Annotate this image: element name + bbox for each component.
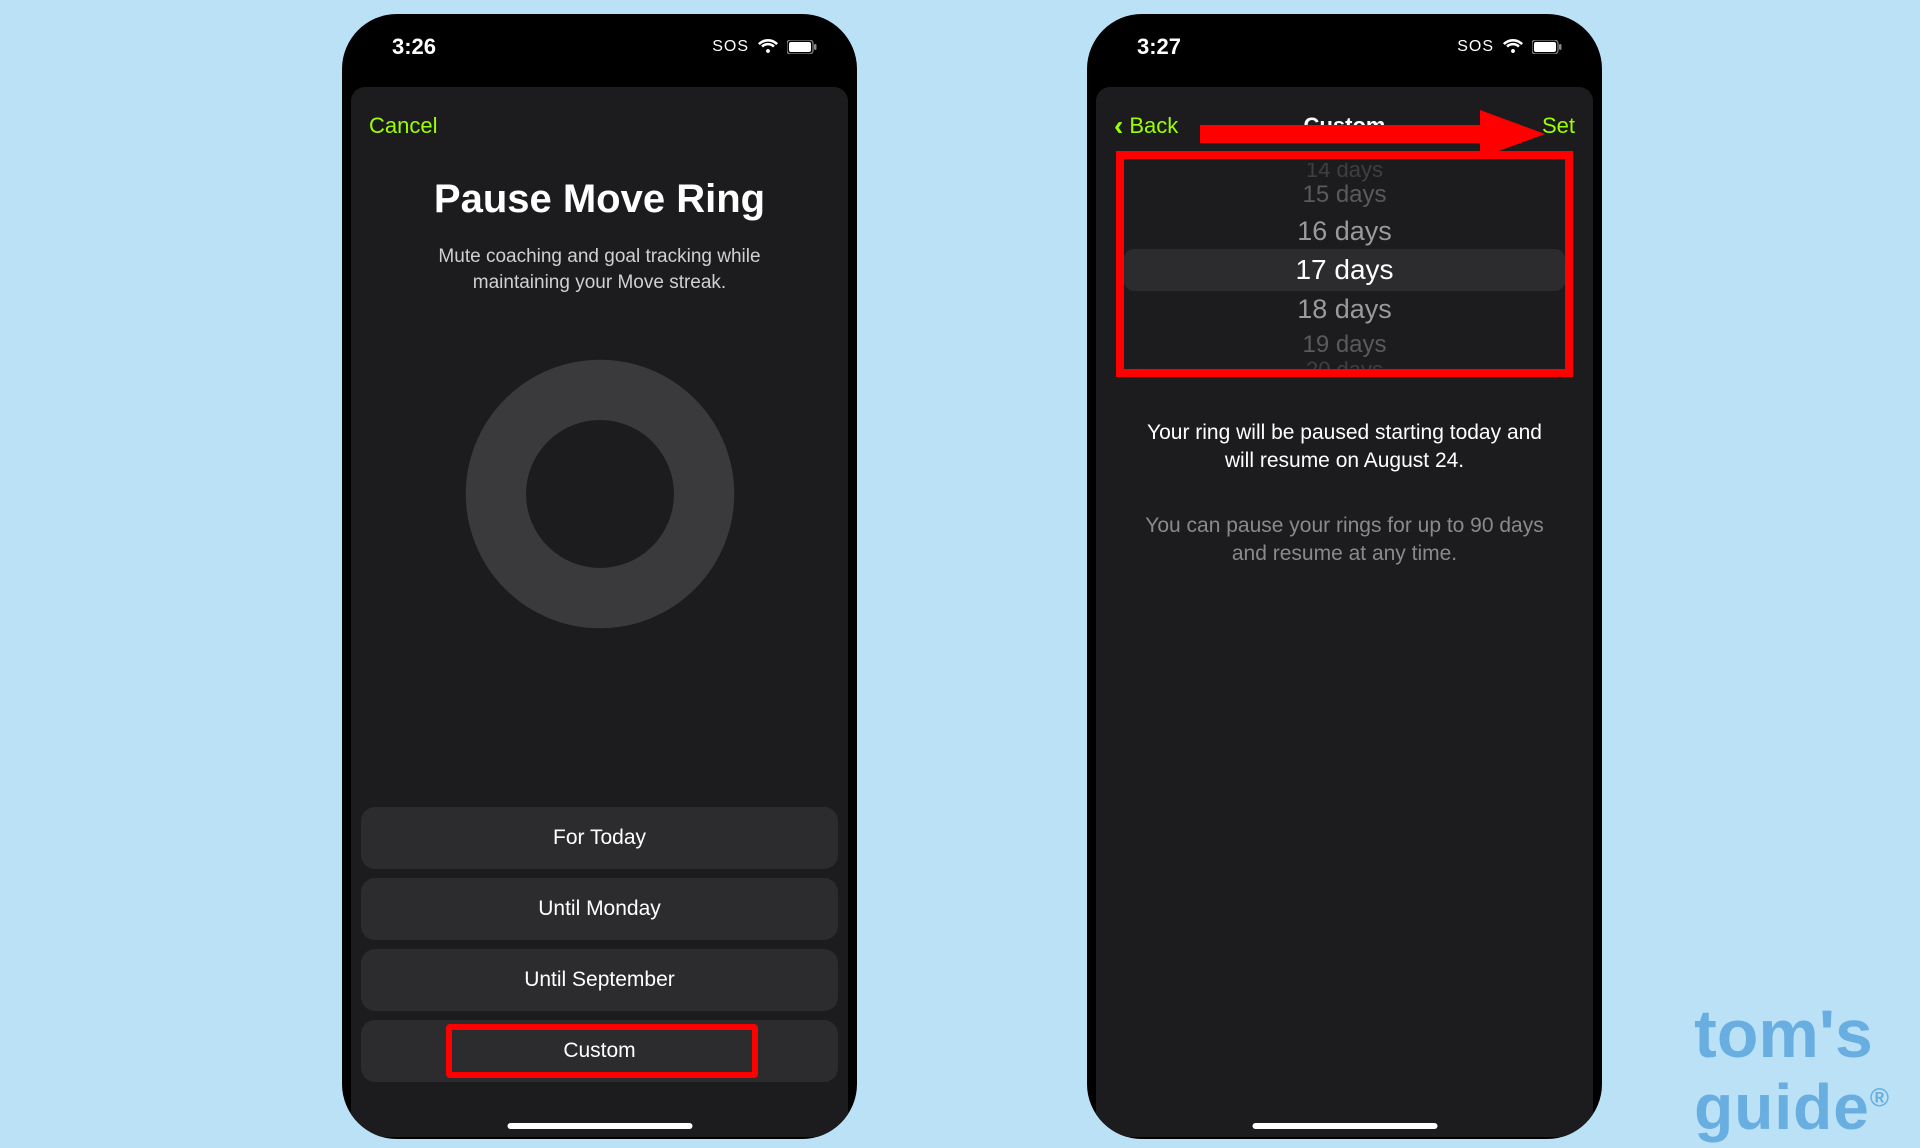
watermark-line2: guide bbox=[1694, 1071, 1870, 1143]
pause-options: For Today Until Monday Until September C… bbox=[361, 807, 838, 1091]
back-label: Back bbox=[1129, 113, 1178, 139]
status-bar: 3:27 SOS bbox=[1087, 14, 1602, 65]
cancel-button[interactable]: Cancel bbox=[369, 113, 437, 139]
sheet-backdrop bbox=[365, 79, 834, 97]
ring-graphic bbox=[361, 357, 838, 631]
option-custom-label: Custom bbox=[563, 1039, 635, 1063]
status-right: SOS bbox=[712, 38, 817, 56]
battery-icon bbox=[1532, 40, 1562, 54]
battery-icon bbox=[787, 40, 817, 54]
picker-option[interactable]: 15 days bbox=[1124, 177, 1565, 213]
picker-option[interactable]: 14 days bbox=[1124, 163, 1565, 177]
option-custom[interactable]: Custom bbox=[361, 1020, 838, 1082]
registered-icon: ® bbox=[1870, 1082, 1890, 1112]
picker-option[interactable]: 18 days bbox=[1124, 291, 1565, 327]
phone-screenshot-left: 3:26 SOS Cancel Pause Move Ring Mute coa… bbox=[342, 14, 857, 1139]
nav-bar: Cancel bbox=[361, 105, 838, 147]
status-right: SOS bbox=[1457, 38, 1562, 56]
duration-picker-wrap: 14 days 15 days 16 days 17 days 18 days … bbox=[1124, 163, 1565, 377]
status-bar: 3:26 SOS bbox=[342, 14, 857, 65]
phone-screenshot-right: 3:27 SOS ‹ Back Custom Set 14 days 15 da bbox=[1087, 14, 1602, 1139]
picker-option[interactable]: 20 days bbox=[1124, 363, 1565, 377]
option-until-september[interactable]: Until September bbox=[361, 949, 838, 1011]
move-ring-icon bbox=[463, 357, 737, 631]
sos-label: SOS bbox=[1457, 38, 1494, 56]
sheet-backdrop bbox=[1110, 79, 1579, 97]
status-time: 3:27 bbox=[1137, 34, 1181, 60]
watermark-line1: tom's bbox=[1694, 996, 1873, 1072]
modal-sheet: Cancel Pause Move Ring Mute coaching and… bbox=[351, 87, 848, 1137]
sos-label: SOS bbox=[712, 38, 749, 56]
option-for-today[interactable]: For Today bbox=[361, 807, 838, 869]
page-subtitle: Mute coaching and goal tracking while ma… bbox=[391, 244, 808, 295]
nav-title: Custom bbox=[1304, 113, 1386, 139]
back-button[interactable]: ‹ Back bbox=[1114, 110, 1178, 142]
wifi-icon bbox=[1502, 39, 1524, 55]
chevron-back-icon: ‹ bbox=[1114, 110, 1123, 142]
pause-note: You can pause your rings for up to 90 da… bbox=[1132, 512, 1557, 569]
wifi-icon bbox=[757, 39, 779, 55]
nav-bar: ‹ Back Custom Set bbox=[1106, 105, 1583, 147]
home-indicator bbox=[1252, 1123, 1437, 1129]
set-button[interactable]: Set bbox=[1542, 113, 1575, 139]
picker-option-selected[interactable]: 17 days bbox=[1124, 249, 1565, 291]
option-until-monday[interactable]: Until Monday bbox=[361, 878, 838, 940]
home-indicator bbox=[507, 1123, 692, 1129]
picker-option[interactable]: 16 days bbox=[1124, 213, 1565, 249]
watermark-logo: tom's guide® bbox=[1694, 997, 1890, 1142]
status-time: 3:26 bbox=[392, 34, 436, 60]
duration-picker[interactable]: 14 days 15 days 16 days 17 days 18 days … bbox=[1124, 163, 1565, 377]
page-title: Pause Move Ring bbox=[361, 177, 838, 222]
modal-sheet: ‹ Back Custom Set 14 days 15 days 16 day… bbox=[1096, 87, 1593, 1137]
pause-message: Your ring will be paused starting today … bbox=[1130, 419, 1559, 476]
